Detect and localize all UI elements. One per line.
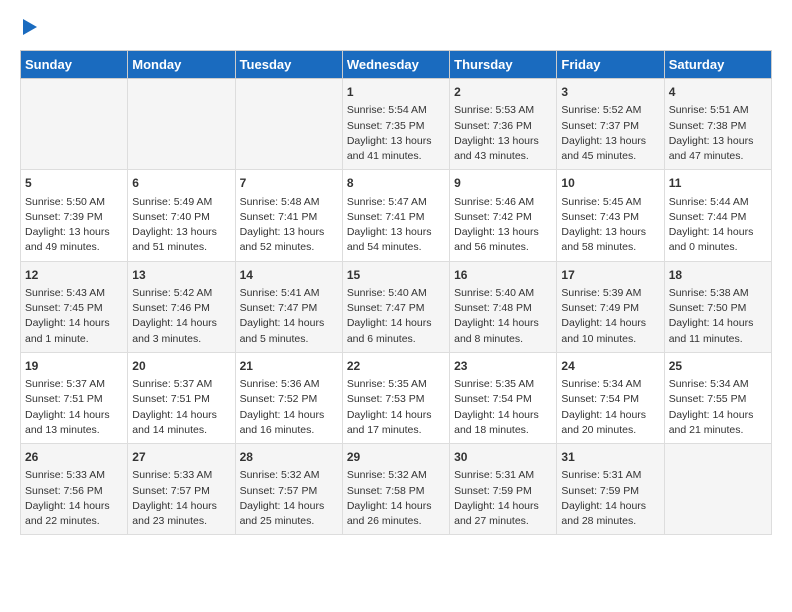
- calendar-cell: 15Sunrise: 5:40 AMSunset: 7:47 PMDayligh…: [342, 261, 449, 352]
- day-header-friday: Friday: [557, 51, 664, 79]
- day-number: 12: [25, 267, 123, 284]
- day-header-wednesday: Wednesday: [342, 51, 449, 79]
- calendar-cell: 11Sunrise: 5:44 AMSunset: 7:44 PMDayligh…: [664, 170, 771, 261]
- day-number: 16: [454, 267, 552, 284]
- day-number: 4: [669, 84, 767, 101]
- calendar-cell: 30Sunrise: 5:31 AMSunset: 7:59 PMDayligh…: [450, 444, 557, 535]
- week-row-3: 12Sunrise: 5:43 AMSunset: 7:45 PMDayligh…: [21, 261, 772, 352]
- day-number: 30: [454, 449, 552, 466]
- week-row-5: 26Sunrise: 5:33 AMSunset: 7:56 PMDayligh…: [21, 444, 772, 535]
- calendar-cell: 31Sunrise: 5:31 AMSunset: 7:59 PMDayligh…: [557, 444, 664, 535]
- day-header-monday: Monday: [128, 51, 235, 79]
- day-number: 27: [132, 449, 230, 466]
- day-number: 3: [561, 84, 659, 101]
- calendar-cell: [235, 79, 342, 170]
- logo-triangle-icon: [23, 19, 37, 35]
- day-number: 8: [347, 175, 445, 192]
- calendar-cell: 24Sunrise: 5:34 AMSunset: 7:54 PMDayligh…: [557, 352, 664, 443]
- calendar-cell: [128, 79, 235, 170]
- day-number: 9: [454, 175, 552, 192]
- calendar-cell: 10Sunrise: 5:45 AMSunset: 7:43 PMDayligh…: [557, 170, 664, 261]
- day-number: 7: [240, 175, 338, 192]
- day-header-saturday: Saturday: [664, 51, 771, 79]
- day-number: 26: [25, 449, 123, 466]
- day-number: 20: [132, 358, 230, 375]
- calendar-cell: 25Sunrise: 5:34 AMSunset: 7:55 PMDayligh…: [664, 352, 771, 443]
- calendar-cell: 27Sunrise: 5:33 AMSunset: 7:57 PMDayligh…: [128, 444, 235, 535]
- calendar-cell: 7Sunrise: 5:48 AMSunset: 7:41 PMDaylight…: [235, 170, 342, 261]
- calendar-header: SundayMondayTuesdayWednesdayThursdayFrid…: [21, 51, 772, 79]
- day-number: 5: [25, 175, 123, 192]
- logo: [20, 20, 38, 34]
- week-row-2: 5Sunrise: 5:50 AMSunset: 7:39 PMDaylight…: [21, 170, 772, 261]
- day-number: 13: [132, 267, 230, 284]
- calendar-cell: 13Sunrise: 5:42 AMSunset: 7:46 PMDayligh…: [128, 261, 235, 352]
- calendar-cell: 16Sunrise: 5:40 AMSunset: 7:48 PMDayligh…: [450, 261, 557, 352]
- day-number: 14: [240, 267, 338, 284]
- calendar-cell: 23Sunrise: 5:35 AMSunset: 7:54 PMDayligh…: [450, 352, 557, 443]
- calendar-cell: 19Sunrise: 5:37 AMSunset: 7:51 PMDayligh…: [21, 352, 128, 443]
- calendar-cell: 1Sunrise: 5:54 AMSunset: 7:35 PMDaylight…: [342, 79, 449, 170]
- calendar-cell: 2Sunrise: 5:53 AMSunset: 7:36 PMDaylight…: [450, 79, 557, 170]
- calendar-cell: 20Sunrise: 5:37 AMSunset: 7:51 PMDayligh…: [128, 352, 235, 443]
- day-number: 31: [561, 449, 659, 466]
- day-number: 1: [347, 84, 445, 101]
- days-of-week-row: SundayMondayTuesdayWednesdayThursdayFrid…: [21, 51, 772, 79]
- day-number: 15: [347, 267, 445, 284]
- day-number: 29: [347, 449, 445, 466]
- calendar-cell: [21, 79, 128, 170]
- day-number: 6: [132, 175, 230, 192]
- calendar-cell: 12Sunrise: 5:43 AMSunset: 7:45 PMDayligh…: [21, 261, 128, 352]
- calendar-cell: 29Sunrise: 5:32 AMSunset: 7:58 PMDayligh…: [342, 444, 449, 535]
- calendar-table: SundayMondayTuesdayWednesdayThursdayFrid…: [20, 50, 772, 535]
- day-header-sunday: Sunday: [21, 51, 128, 79]
- calendar-cell: [664, 444, 771, 535]
- calendar-cell: 14Sunrise: 5:41 AMSunset: 7:47 PMDayligh…: [235, 261, 342, 352]
- calendar-cell: 28Sunrise: 5:32 AMSunset: 7:57 PMDayligh…: [235, 444, 342, 535]
- calendar-cell: 26Sunrise: 5:33 AMSunset: 7:56 PMDayligh…: [21, 444, 128, 535]
- day-number: 25: [669, 358, 767, 375]
- day-number: 28: [240, 449, 338, 466]
- day-number: 21: [240, 358, 338, 375]
- calendar-cell: 17Sunrise: 5:39 AMSunset: 7:49 PMDayligh…: [557, 261, 664, 352]
- calendar-cell: 6Sunrise: 5:49 AMSunset: 7:40 PMDaylight…: [128, 170, 235, 261]
- calendar-cell: 18Sunrise: 5:38 AMSunset: 7:50 PMDayligh…: [664, 261, 771, 352]
- week-row-1: 1Sunrise: 5:54 AMSunset: 7:35 PMDaylight…: [21, 79, 772, 170]
- day-number: 18: [669, 267, 767, 284]
- calendar-cell: 9Sunrise: 5:46 AMSunset: 7:42 PMDaylight…: [450, 170, 557, 261]
- day-header-thursday: Thursday: [450, 51, 557, 79]
- day-number: 2: [454, 84, 552, 101]
- week-row-4: 19Sunrise: 5:37 AMSunset: 7:51 PMDayligh…: [21, 352, 772, 443]
- calendar-cell: 22Sunrise: 5:35 AMSunset: 7:53 PMDayligh…: [342, 352, 449, 443]
- calendar-cell: 21Sunrise: 5:36 AMSunset: 7:52 PMDayligh…: [235, 352, 342, 443]
- calendar-cell: 3Sunrise: 5:52 AMSunset: 7:37 PMDaylight…: [557, 79, 664, 170]
- day-header-tuesday: Tuesday: [235, 51, 342, 79]
- calendar-cell: 8Sunrise: 5:47 AMSunset: 7:41 PMDaylight…: [342, 170, 449, 261]
- calendar-cell: 4Sunrise: 5:51 AMSunset: 7:38 PMDaylight…: [664, 79, 771, 170]
- day-number: 24: [561, 358, 659, 375]
- day-number: 11: [669, 175, 767, 192]
- day-number: 10: [561, 175, 659, 192]
- day-number: 19: [25, 358, 123, 375]
- calendar-body: 1Sunrise: 5:54 AMSunset: 7:35 PMDaylight…: [21, 79, 772, 535]
- day-number: 17: [561, 267, 659, 284]
- page-header: [20, 20, 772, 34]
- calendar-cell: 5Sunrise: 5:50 AMSunset: 7:39 PMDaylight…: [21, 170, 128, 261]
- day-number: 23: [454, 358, 552, 375]
- day-number: 22: [347, 358, 445, 375]
